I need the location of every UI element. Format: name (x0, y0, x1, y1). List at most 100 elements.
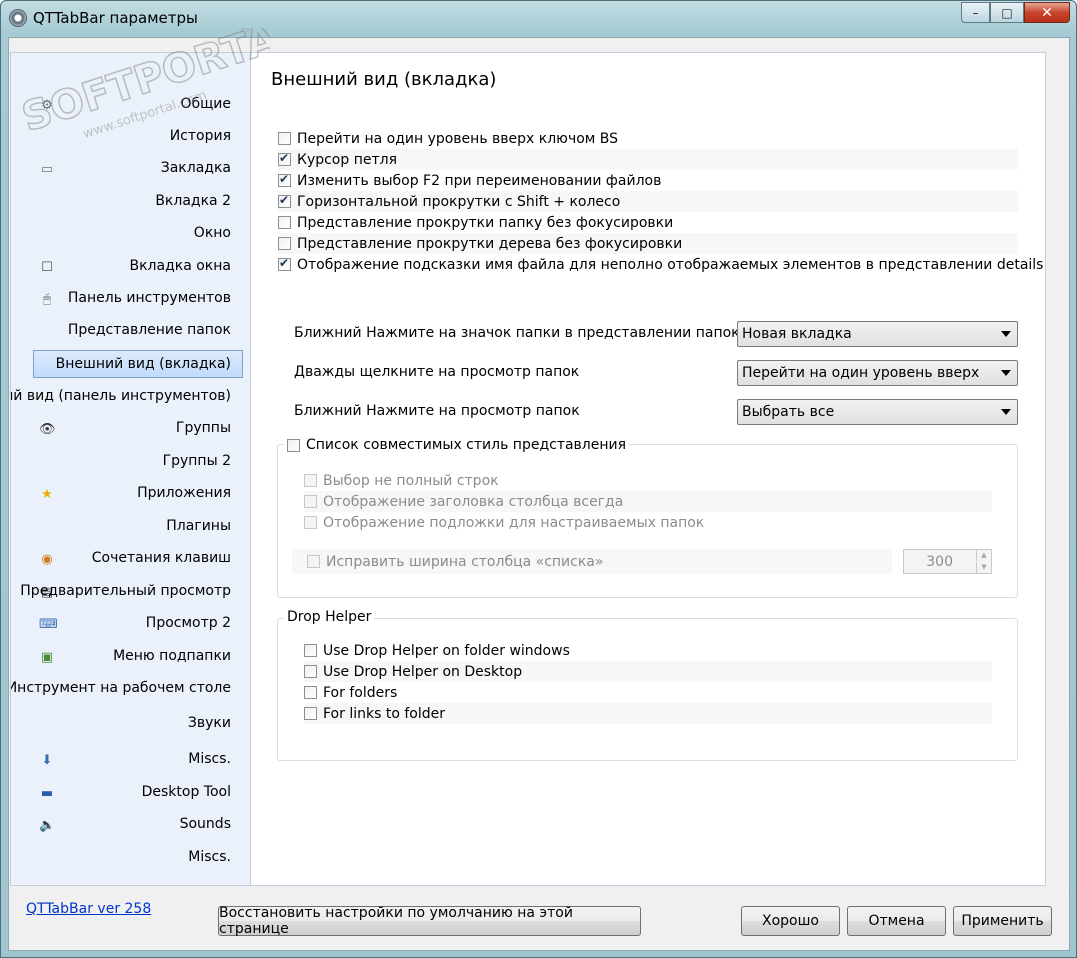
minimize-button[interactable]: – (961, 2, 990, 23)
dropdown-value: Перейти на один уровень вверх (742, 365, 980, 381)
gear-icon: ⚙ (41, 98, 53, 113)
sidebar-item[interactable]: 👁 Группы (11, 414, 250, 446)
checkbox[interactable] (304, 474, 317, 487)
maximize-button[interactable]: □ (990, 2, 1024, 23)
checkbox-label: For folders (323, 684, 398, 701)
combo-label: Ближний Нажмите на значок папки в предст… (294, 325, 740, 341)
sidebar-item[interactable]: Внешний вид (вкладка) (11, 350, 250, 382)
checkbox[interactable] (304, 707, 317, 720)
sidebar-item[interactable]: ☐ Вкладка окна (11, 252, 250, 284)
checkbox-option[interactable]: Отображение подсказки имя файла для непо… (278, 254, 1043, 275)
sidebar-item[interactable]: Вкладка 2 (11, 187, 250, 219)
chevron-down-icon (1001, 370, 1011, 376)
checkbox-option[interactable]: Курсор петля (278, 149, 1018, 170)
stepper-up-icon[interactable]: ▲ (976, 550, 991, 561)
checkbox-option[interactable]: Представление прокрутки дерева без фокус… (278, 233, 1018, 254)
checkbox[interactable] (278, 193, 291, 208)
sidebar-item[interactable]: ▭ Закладка (11, 154, 250, 186)
sidebar-item[interactable]: ◉ Сочетания клавиш (11, 544, 250, 576)
sidebar-item[interactable]: ★ Приложения (11, 479, 250, 511)
compat-view-checkbox[interactable] (287, 438, 300, 452)
sidebar-item[interactable]: 🔈 Sounds (11, 810, 250, 842)
ok-button[interactable]: Хорошо (741, 906, 840, 936)
dropdown-value: Новая вкладка (742, 326, 852, 342)
title-bar[interactable]: QTTabBar параметры – □ ✕ (1, 1, 1076, 37)
sidebar-item-label: Общие (180, 96, 231, 112)
column-width-stepper[interactable]: 300 ▲ ▼ (903, 549, 992, 574)
sidebar-item[interactable]: 🖱 Панель инструментов (11, 284, 250, 316)
sidebar-item-label: Внешний вид (вкладка) (55, 356, 231, 372)
bookmark-icon: ▭ (40, 162, 54, 177)
sidebar-item[interactable]: Группы 2 (11, 447, 250, 479)
compat-view-label: Список совместимых стиль представления (306, 437, 627, 453)
checkbox[interactable] (278, 256, 291, 271)
checkbox[interactable] (304, 495, 317, 508)
checkbox-option[interactable]: Изменить выбор F2 при переименовании фай… (278, 170, 1018, 191)
sidebar-item[interactable]: Представление папок (11, 316, 250, 348)
sidebar-item[interactable]: ▣ Меню подпапки (11, 642, 250, 674)
stepper-down-icon[interactable]: ▼ (976, 562, 991, 573)
checkbox-option[interactable]: Перейти на один уровень вверх ключом BS (278, 128, 1018, 149)
sidebar-item-label: Закладка (160, 160, 231, 176)
checkbox[interactable] (278, 132, 291, 145)
checkbox[interactable] (278, 237, 291, 250)
checkbox-option[interactable]: For links to folder (304, 703, 992, 724)
settings-sidebar: ⚙ Общие История ▭ Закладка Вкладка 2 Окно ☐ Вкла… (10, 52, 250, 886)
chevron-down-icon (1001, 409, 1011, 415)
checkbox-label: Отображение подложки для настраиваемых п… (323, 514, 705, 531)
apply-button[interactable]: Применить (953, 906, 1052, 936)
monitor-icon: ▬ (40, 786, 54, 801)
mouse-icon: 🖱 (43, 292, 51, 307)
sidebar-item[interactable]: ⬇ Miscs. (11, 745, 250, 777)
combo-label: Ближний Нажмите на просмотр папок (294, 403, 580, 419)
sidebar-item[interactable]: ⌨ Просмотр 2 (11, 609, 250, 641)
sidebar-item[interactable]: Окно (11, 219, 250, 251)
sidebar-item-label: Внешний вид (панель инструментов) (11, 388, 231, 404)
close-button[interactable]: ✕ (1024, 2, 1070, 23)
fix-width-option[interactable]: Исправить ширина столбца «списка» (292, 549, 892, 574)
action-dropdown[interactable]: Выбрать все (737, 399, 1018, 425)
sidebar-item[interactable]: Плагины (11, 512, 250, 544)
cancel-button[interactable]: Отмена (847, 906, 946, 936)
chevron-down-icon (1001, 331, 1011, 337)
checkbox[interactable] (304, 665, 317, 678)
checkbox[interactable] (304, 644, 317, 657)
checkbox-label: For links to folder (323, 705, 445, 722)
sidebar-item-label: Вкладка окна (129, 258, 231, 274)
checkbox-option[interactable]: Use Drop Helper on folder windows (304, 640, 992, 661)
page-title: Внешний вид (вкладка) (271, 69, 497, 90)
sidebar-item-label: Инструмент на рабочем столе (10, 680, 231, 696)
sidebar-item[interactable]: История (11, 122, 250, 154)
checkbox[interactable] (278, 151, 291, 166)
fix-width-checkbox[interactable] (307, 555, 320, 568)
checkbox-option[interactable]: Представление прокрутки папку без фокуси… (278, 212, 1018, 233)
window-title: QTTabBar параметры (33, 9, 198, 27)
sidebar-item[interactable]: Miscs. (11, 843, 250, 875)
checkbox-option[interactable]: Отображение заголовка столбца всегда (304, 491, 992, 512)
sidebar-item[interactable]: Внешний вид (панель инструментов) (11, 382, 250, 414)
sidebar-item[interactable]: ⚙ Общие (11, 90, 250, 122)
action-dropdown[interactable]: Новая вкладка (737, 321, 1018, 347)
checkbox-option[interactable]: For folders (304, 682, 992, 703)
checkbox-option[interactable]: Отображение подложки для настраиваемых п… (304, 512, 992, 533)
sidebar-item[interactable]: ▤ Предварительный просмотр (11, 577, 250, 609)
sidebar-item[interactable]: Звуки (11, 709, 250, 741)
checkbox-option[interactable]: Выбор не полный строк (304, 470, 992, 491)
action-dropdown[interactable]: Перейти на один уровень вверх (737, 360, 1018, 386)
version-link[interactable]: QTTabBar ver 258 (26, 901, 151, 917)
checkbox[interactable] (278, 172, 291, 187)
sidebar-item-label: Miscs. (188, 849, 231, 865)
sidebar-item-label: Меню подпапки (113, 648, 231, 664)
checkbox-option[interactable]: Use Drop Helper on Desktop (304, 661, 992, 682)
checkbox[interactable] (278, 216, 291, 229)
restore-defaults-button[interactable]: Восстановить настройки по умолчанию на э… (218, 905, 641, 937)
checkbox-option[interactable]: Горизонтальной прокрутки с Shift + колес… (278, 191, 1018, 212)
compat-view-group-header[interactable]: Список совместимых стиль представления (284, 437, 630, 453)
sidebar-item[interactable]: Инструмент на рабочем столе (11, 674, 250, 706)
checkbox[interactable] (304, 686, 317, 699)
download-icon: ⬇ (41, 753, 53, 768)
sidebar-item[interactable]: ▬ Desktop Tool (11, 778, 250, 810)
app-icon (9, 9, 27, 27)
sidebar-item-label: Sounds (179, 816, 231, 832)
checkbox[interactable] (304, 516, 317, 529)
